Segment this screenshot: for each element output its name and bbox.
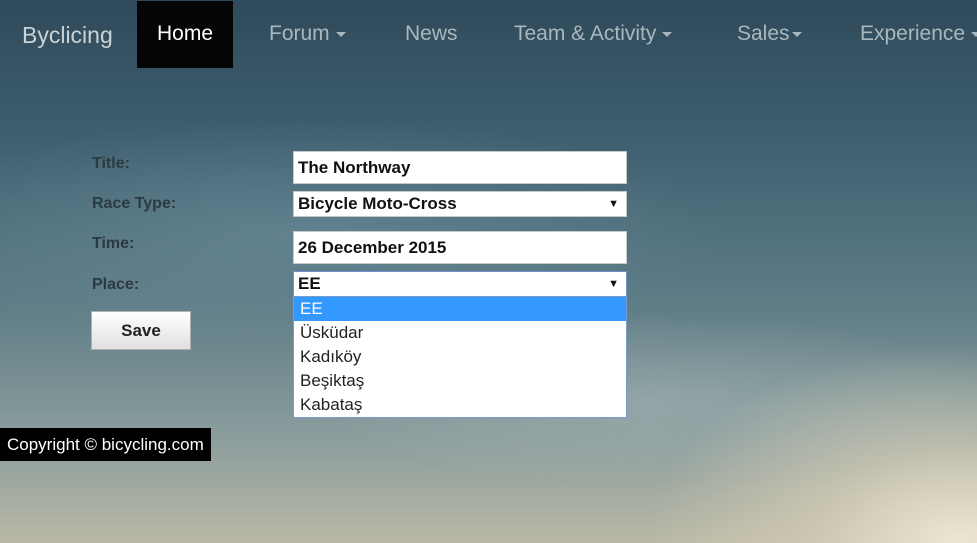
race-type-select[interactable]: Bicycle Moto-Cross ▼ — [293, 191, 627, 217]
dropdown-arrow-icon: ▼ — [608, 278, 619, 290]
dropdown-arrow-icon: ▼ — [608, 198, 619, 210]
place-label: Place: — [92, 276, 140, 293]
title-input[interactable]: The Northway — [293, 151, 627, 184]
chevron-down-icon — [971, 31, 977, 37]
nav-experience-label: Experience — [860, 22, 966, 45]
place-value: EE — [298, 274, 321, 293]
nav-sales-label: Sales — [737, 22, 790, 45]
race-type-value: Bicycle Moto-Cross — [298, 194, 457, 213]
chevron-down-icon — [662, 31, 673, 37]
place-option[interactable]: Üsküdar — [294, 321, 626, 345]
nav-team-activity[interactable]: Team & Activity — [514, 0, 673, 68]
nav-news[interactable]: News — [405, 0, 458, 68]
chevron-down-icon — [335, 31, 346, 37]
nav-forum[interactable]: Forum — [269, 0, 346, 68]
chevron-down-icon — [791, 31, 802, 37]
nav-sales[interactable]: Sales — [737, 0, 802, 68]
place-option[interactable]: Beşiktaş — [294, 369, 626, 393]
copyright-text: Copyright © bicycling.com — [0, 428, 211, 461]
time-input[interactable]: 26 December 2015 — [293, 231, 627, 264]
nav-home[interactable]: Home — [137, 1, 234, 68]
title-label: Title: — [92, 155, 130, 172]
nav-team-activity-label: Team & Activity — [514, 22, 657, 45]
place-select[interactable]: EE ▼ — [293, 271, 627, 297]
brand-link[interactable]: Byclicing — [22, 22, 113, 49]
save-button[interactable]: Save — [91, 311, 191, 350]
place-dropdown-list: EE Üsküdar Kadıköy Beşiktaş Kabataş — [293, 296, 627, 418]
time-label: Time: — [92, 235, 135, 252]
place-option[interactable]: Kabataş — [294, 393, 626, 417]
nav-forum-label: Forum — [269, 22, 330, 45]
navbar: Byclicing Home Forum News Team & Activit… — [0, 0, 977, 68]
nav-experience[interactable]: Experience — [860, 0, 977, 68]
race-type-label: Race Type: — [92, 195, 177, 212]
place-option[interactable]: Kadıköy — [294, 345, 626, 369]
place-option[interactable]: EE — [294, 297, 626, 321]
